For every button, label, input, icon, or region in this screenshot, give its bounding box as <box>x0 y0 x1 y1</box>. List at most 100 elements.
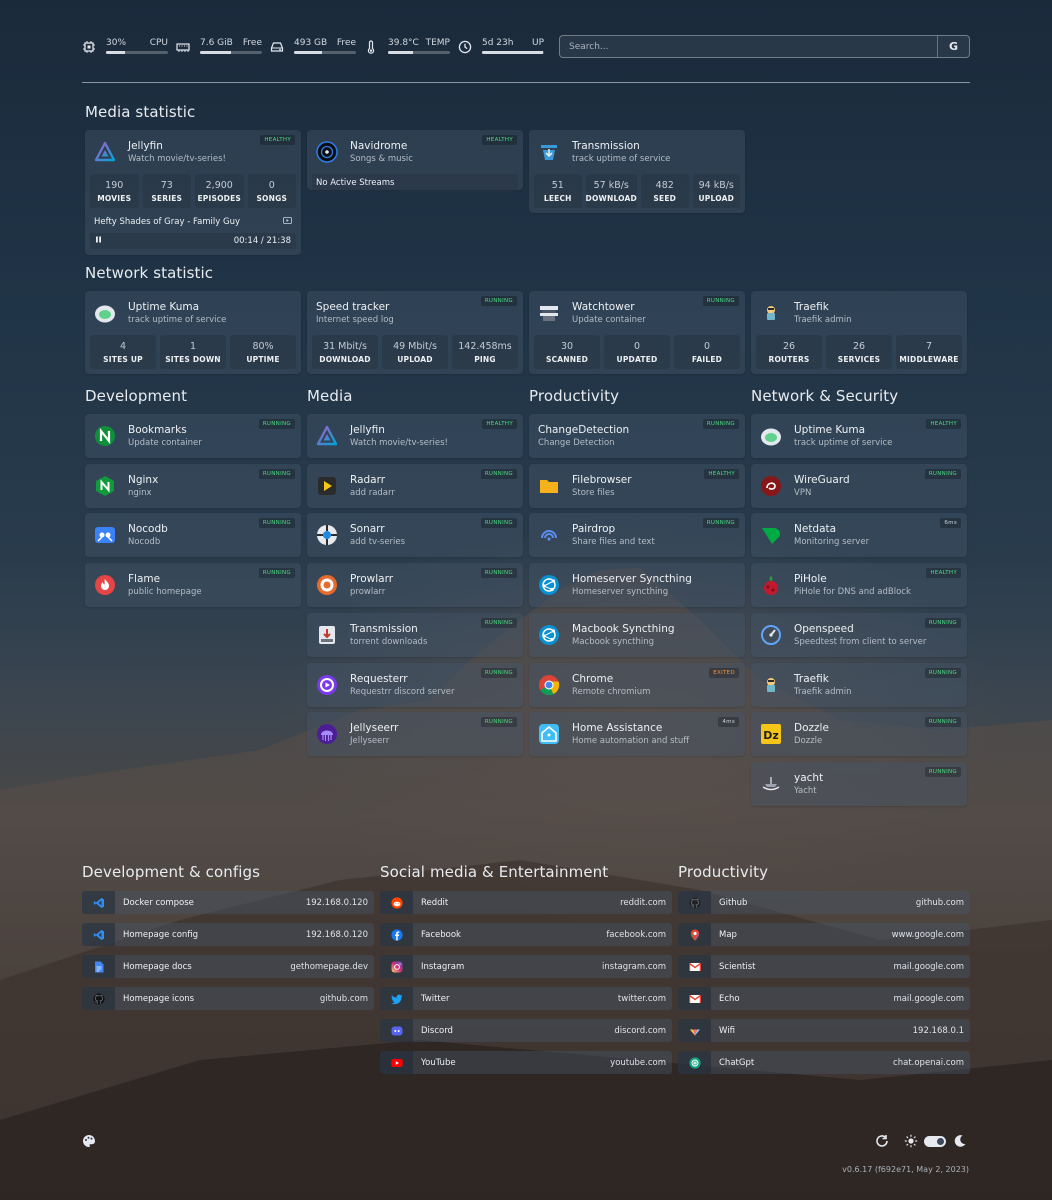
palette-icon[interactable] <box>82 1134 96 1148</box>
jellyfin-stat-card[interactable]: Jellyfin Watch movie/tv-series! HEALTHY … <box>85 130 301 255</box>
service-card-pairdrop[interactable]: Pairdrop Share files and text RUNNING <box>529 513 745 558</box>
service-card-jellyfin[interactable]: Jellyfin Watch movie/tv-series! HEALTHY <box>307 414 523 458</box>
service-name: Home Assistance <box>572 722 663 735</box>
card-name: Uptime Kuma <box>128 301 200 313</box>
service-card-uptime-kuma[interactable]: Uptime Kuma track uptime of service HEALTH… <box>751 414 967 458</box>
service-card-sonarr[interactable]: Sonarr add tv-series RUNNING <box>307 513 523 558</box>
service-description: Homeserver syncthing <box>572 587 669 598</box>
playback-progress: 00:14 / 21:38 <box>90 233 296 249</box>
service-card-changedetection[interactable]: ChangeDetection Change Detection RUNNING <box>529 414 745 458</box>
service-card-pihole[interactable]: PiHole PiHole for DNS and adBlock HEALTHY <box>751 563 967 608</box>
service-description: Watch movie/tv-series! <box>350 438 448 448</box>
bookmark-echo[interactable]: Echo mail.google.com <box>678 987 970 1010</box>
youtube-icon <box>380 1051 413 1074</box>
search-provider-button[interactable]: G <box>937 36 969 57</box>
stat-updated: 0 UPDATED <box>604 335 670 369</box>
service-name: Dozzle <box>794 722 829 735</box>
memory-widget: 7.6 GiB Free <box>176 38 262 58</box>
openspeed-icon <box>760 624 782 646</box>
bookmark-wifi[interactable]: Wifi 192.168.0.1 <box>678 1019 970 1042</box>
bookmark-youtube[interactable]: YouTube youtube.com <box>380 1051 672 1074</box>
card-description: Update container <box>572 315 646 325</box>
watchtower-stat-card[interactable]: Watchtower Update container RUNNING 30 SC… <box>529 291 745 374</box>
service-description: Monitoring server <box>794 537 870 548</box>
theme-toggle[interactable] <box>924 1136 946 1147</box>
bookmark-reddit[interactable]: Reddit reddit.com <box>380 891 672 914</box>
service-card-prowlarr[interactable]: Prowlarr prowlarr RUNNING <box>307 563 523 608</box>
chrome-icon <box>538 674 560 696</box>
bookmark-name: YouTube <box>421 1057 456 1068</box>
bookmark-url: 192.168.0.1 <box>912 1025 964 1036</box>
service-card-transmission[interactable]: Transmission torrent downloads RUNNING <box>307 612 523 657</box>
moon-icon[interactable] <box>953 1134 967 1148</box>
docker-compose-icon <box>82 891 115 914</box>
bookmark-docker-compose[interactable]: Docker compose 192.168.0.120 <box>82 891 374 914</box>
service-card-bookmarks[interactable]: Bookmarks Update container RUNNING <box>85 414 301 458</box>
discord-icon <box>380 1019 413 1042</box>
transmission-stat-card[interactable]: Transmission track uptime of service 51 L… <box>529 130 745 213</box>
service-card-yacht[interactable]: yacht Yacht RUNNING <box>751 761 967 806</box>
service-card-openspeed[interactable]: Openspeed Speedtest from client to server… <box>751 612 967 657</box>
service-name: Uptime Kuma <box>794 424 866 436</box>
service-card-dozzle[interactable]: Dz Dozzle Dozzle RUNNING <box>751 712 967 757</box>
service-description: Share files and text <box>572 537 655 548</box>
temperature-widget: 39.8°C TEMP <box>364 38 450 58</box>
service-card-home-assistance[interactable]: Home Assistance Home automation and stuff… <box>529 712 745 757</box>
wireguard-icon <box>760 475 782 497</box>
service-card-requesterr[interactable]: Requesterr Requestrr discord server RUNNIN… <box>307 662 523 707</box>
speed-tracker-stat-card[interactable]: Speed tracker Internet speed log RUNNING… <box>307 291 523 374</box>
service-card-jellyseerr[interactable]: Jellyseerr Jellyseerr RUNNING <box>307 712 523 757</box>
service-description: public homepage <box>128 587 202 598</box>
uptime-kuma-stat-card[interactable]: Uptime Kuma track uptime of service 4 SIT… <box>85 291 301 374</box>
network-security-heading: Network & Security <box>751 387 899 405</box>
service-name: Filebrowser <box>572 473 632 486</box>
service-card-macbook-syncthing[interactable]: Macbook Syncthing Macbook syncthing <box>529 612 745 657</box>
bookmark-map[interactable]: Map www.google.com <box>678 923 970 946</box>
refresh-icon[interactable] <box>875 1134 889 1148</box>
service-card-nginx[interactable]: Nginx nginx RUNNING <box>85 463 301 508</box>
clock-icon <box>458 40 472 54</box>
bookmark-name: Reddit <box>421 897 449 908</box>
bookmark-github[interactable]: Github github.com <box>678 891 970 914</box>
bookmark-chatgpt[interactable]: ChatGpt chat.openai.com <box>678 1051 970 1074</box>
service-card-wireguard[interactable]: WireGuard VPN RUNNING <box>751 463 967 508</box>
service-card-nocodb[interactable]: Nocodb Nocodb RUNNING <box>85 513 301 558</box>
service-card-chrome[interactable]: Chrome Remote chromium EXITED <box>529 662 745 707</box>
search-bar: G <box>559 35 970 58</box>
card-description: Traefik admin <box>794 315 852 325</box>
bookmark-homepage-config[interactable]: Homepage config 192.168.0.120 <box>82 923 374 946</box>
bookmark-homepage-docs[interactable]: Homepage docs gethomepage.dev <box>82 955 374 978</box>
service-card-filebrowser[interactable]: Filebrowser Store files HEALTHY <box>529 463 745 508</box>
stat-scanned: 30 SCANNED <box>534 335 600 369</box>
bookmark-name: Scientist <box>719 961 756 972</box>
bookmark-scientist[interactable]: Scientist mail.google.com <box>678 955 970 978</box>
service-description: Jellyseerr <box>350 736 390 747</box>
uptimekuma-icon <box>760 425 782 447</box>
nocodb-icon <box>94 524 116 546</box>
service-card-radarr[interactable]: Radarr add radarr RUNNING <box>307 463 523 508</box>
prowlarr-icon <box>316 574 338 596</box>
bookmark-instagram[interactable]: Instagram instagram.com <box>380 955 672 978</box>
sun-icon[interactable] <box>904 1134 918 1148</box>
bookmark-homepage-icons[interactable]: Homepage icons github.com <box>82 987 374 1010</box>
search-input[interactable] <box>560 41 937 52</box>
scientist-icon <box>678 955 711 978</box>
uptime-widget: 5d 23h UP <box>458 38 544 58</box>
pause-icon[interactable] <box>95 236 102 246</box>
bookmark-discord[interactable]: Discord discord.com <box>380 1019 672 1042</box>
instagram-icon <box>380 955 413 978</box>
bookmark-facebook[interactable]: Facebook facebook.com <box>380 923 672 946</box>
bookmark-twitter[interactable]: Twitter twitter.com <box>380 987 672 1010</box>
disk-bar <box>294 51 356 54</box>
stat-seed: 482 SEED <box>640 174 689 208</box>
traefik-stat-card[interactable]: Traefik Traefik admin 26 ROUTERS 26 SERVIC… <box>751 291 967 374</box>
wifi-icon <box>678 1019 711 1042</box>
service-card-flame[interactable]: Flame public homepage RUNNING <box>85 563 301 608</box>
uptime-value: 5d 23h <box>482 38 514 48</box>
service-card-traefik[interactable]: Traefik Traefik admin RUNNING <box>751 662 967 707</box>
service-description: add tv-series <box>350 537 406 548</box>
bookmark-name: Instagram <box>421 961 465 972</box>
service-card-netdata[interactable]: Netdata Monitoring server 6ms <box>751 513 967 558</box>
navidrome-stat-card[interactable]: Navidrome Songs & music HEALTHY No Activ… <box>307 130 523 192</box>
service-card-homeserver-syncthing[interactable]: Homeserver Syncthing Homeserver syncthing <box>529 563 745 608</box>
